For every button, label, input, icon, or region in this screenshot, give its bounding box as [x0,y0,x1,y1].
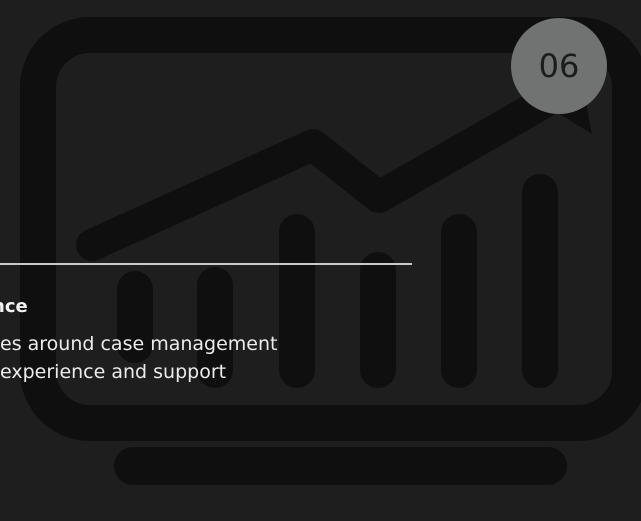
slide-number: 06 [538,47,580,85]
section-description: es around case management experience and… [0,330,277,386]
divider [0,263,412,265]
slide-number-badge: 06 [511,18,607,114]
trend-line [76,79,573,261]
section-title: nce [0,296,28,317]
description-line: experience and support [0,361,227,383]
description-line: es around case management [0,333,278,355]
